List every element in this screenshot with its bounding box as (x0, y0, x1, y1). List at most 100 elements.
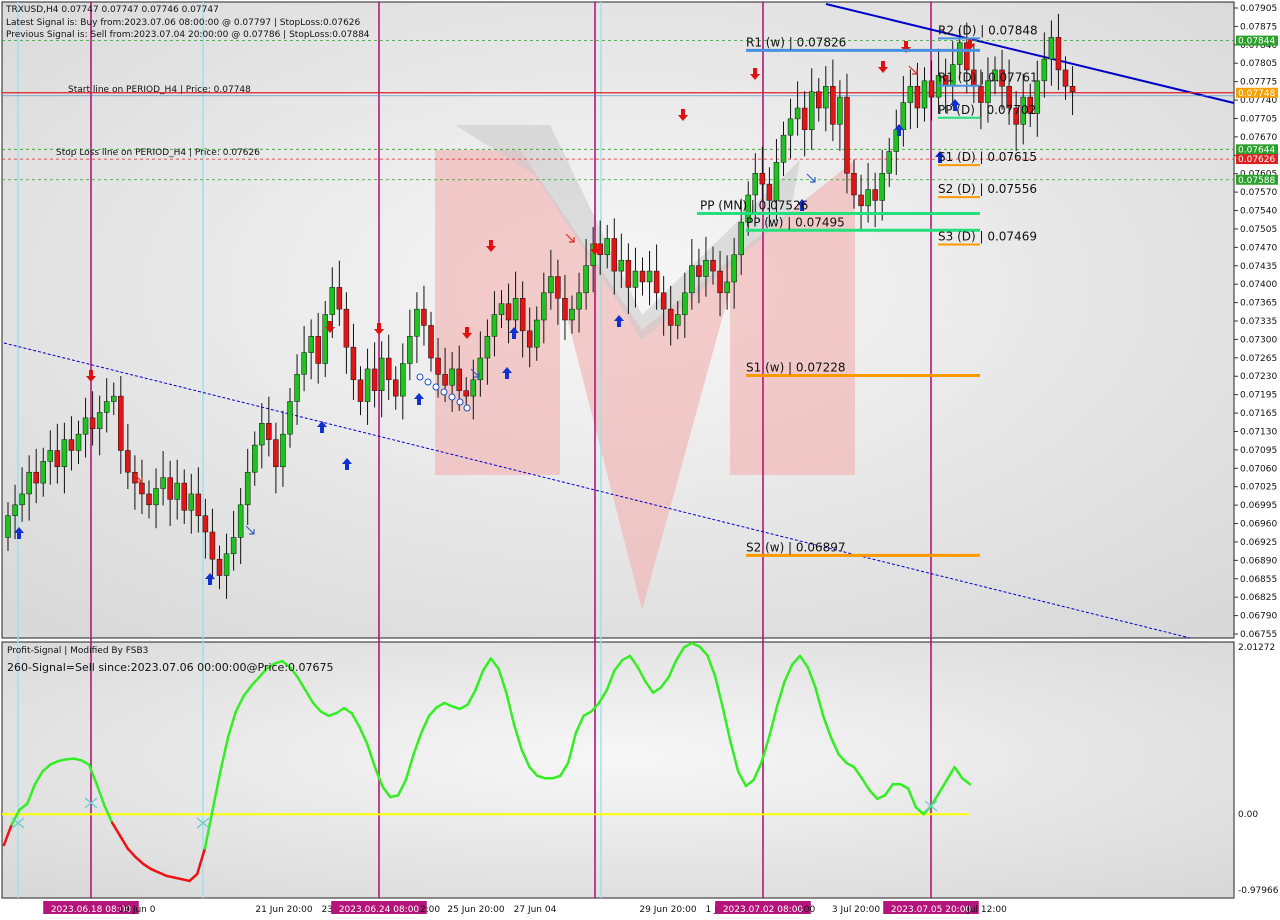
bull-candle (294, 374, 300, 402)
y-tick-label: 0.06995 (1240, 501, 1277, 511)
pivot-level-label: R1 (w) | 0.07826 (746, 35, 846, 49)
bear-candle (696, 265, 702, 277)
x-tick-label: 19 Jun 0 (119, 905, 156, 915)
y-tick-label: 0.07230 (1240, 372, 1277, 382)
y-tick-label: 0.07165 (1240, 409, 1277, 419)
price-tag-label: 0.07626 (1238, 155, 1275, 165)
bull-candle (646, 270, 653, 283)
bear-candle (851, 172, 857, 196)
y-tick-label: 0.06890 (1240, 556, 1277, 566)
bull-candle (449, 368, 455, 386)
bull-candle (865, 189, 871, 207)
dot-marker-icon (432, 383, 440, 391)
bear-candle (816, 91, 822, 109)
bear-candle (914, 86, 921, 109)
y-tick-label: 0.07470 (1240, 243, 1277, 253)
bear-candle (978, 86, 984, 103)
x-tick-label: 29 Jun 20:00 (639, 905, 696, 915)
bear-candle (710, 259, 716, 272)
indicator-signal-text: 260-Signal=Sell since:2023.07.06 00:00:0… (7, 661, 334, 674)
bear-candle (125, 450, 131, 473)
bear-candle (202, 515, 209, 533)
bull-candle (329, 287, 336, 315)
y-tick-label: 0.07805 (1240, 59, 1277, 69)
bull-candle (534, 319, 540, 348)
bull-candle (470, 379, 477, 397)
dot-marker-icon (463, 404, 471, 412)
bear-candle (132, 471, 138, 484)
bear-candle (89, 417, 96, 429)
x-tick-label: 21 Jun 20:00 (255, 905, 312, 915)
start-line-label: Start line on PERIOD_H4 | Price: 0.07748 (68, 85, 251, 95)
bull-candle (879, 172, 885, 201)
bull-candle (414, 308, 420, 337)
bull-candle (512, 298, 519, 321)
bear-candle (660, 292, 667, 310)
y-tick-label: 0.06825 (1240, 593, 1277, 603)
x-tick-label: 27 Jun 04 (514, 905, 557, 915)
bear-candle (139, 482, 145, 495)
bear-candle (54, 450, 61, 468)
bull-candle (96, 412, 103, 429)
y-tick-label: 0.06960 (1240, 520, 1277, 530)
bear-candle (385, 357, 392, 381)
pivot-level-label: PP (w) | 0.07495 (746, 215, 845, 229)
bull-candle (407, 336, 413, 364)
x-tick-label: Jul 12:00 (966, 905, 1007, 915)
bull-candle (618, 259, 625, 272)
bull-candle (780, 134, 787, 163)
bull-candle (569, 308, 575, 321)
bull-candle (604, 238, 610, 256)
bull-candle (731, 254, 737, 283)
y-tick-label: 0.07775 (1240, 78, 1277, 88)
bull-candle (280, 433, 286, 468)
price-tag-label: 0.07644 (1238, 145, 1275, 155)
y-tick-label: 0.07095 (1240, 446, 1277, 456)
bear-candle (195, 493, 202, 516)
bull-candle (82, 417, 89, 435)
pivot-level-label: PP (D) | 0.07702 (938, 103, 1036, 117)
chart-window: 0.07905 0.07875 0.07840 0.07805 0.07775 0.077… (0, 0, 1280, 920)
bull-candle (632, 270, 639, 288)
bear-candle (1062, 69, 1069, 87)
x-tick-label: 2023.07.05 20:00 (891, 905, 972, 915)
bull-candle (689, 265, 695, 294)
bull-candle (61, 439, 68, 468)
bull-candle (498, 303, 505, 315)
osc-y-tick-label: 0.00 (1238, 810, 1258, 820)
bear-candle (463, 390, 469, 397)
y-tick-label: 0.06755 (1240, 630, 1277, 640)
bull-candle (837, 96, 843, 125)
bear-candle (717, 270, 723, 294)
bull-candle (244, 471, 251, 506)
bear-candle (343, 308, 350, 348)
bull-candle (682, 292, 688, 315)
bull-candle (808, 91, 815, 130)
y-tick-label: 0.07365 (1240, 299, 1277, 309)
bull-candle (230, 537, 237, 554)
bull-candle (576, 292, 582, 310)
bear-candle (167, 477, 173, 500)
bear-candle (505, 303, 512, 321)
bear-candle (456, 368, 462, 391)
bear-candle (393, 379, 399, 397)
bull-candle (111, 395, 117, 402)
bear-candle (858, 194, 864, 207)
bull-candle (153, 488, 159, 506)
stop-loss-line-label: Stop Loss line on PERIOD_H4 | Price: 0.0… (56, 148, 260, 158)
bear-candle (209, 531, 216, 560)
y-tick-label: 0.07435 (1240, 262, 1277, 272)
y-tick-label: 0.07130 (1240, 427, 1277, 437)
bear-candle (421, 308, 427, 326)
pivot-level-label: S1 (D) | 0.07615 (938, 150, 1037, 164)
bull-candle (400, 363, 406, 397)
bull-candle (26, 471, 32, 495)
x-tick-label: 25 Jun 20:00 (447, 905, 504, 915)
bull-candle (237, 504, 244, 538)
bull-candle (794, 107, 801, 120)
oscillator-panel (1, 641, 1235, 899)
dot-marker-icon (416, 373, 424, 381)
price-tag-label: 0.07748 (1238, 89, 1275, 99)
y-tick-label: 0.07540 (1240, 207, 1277, 217)
bull-candle (259, 423, 265, 446)
